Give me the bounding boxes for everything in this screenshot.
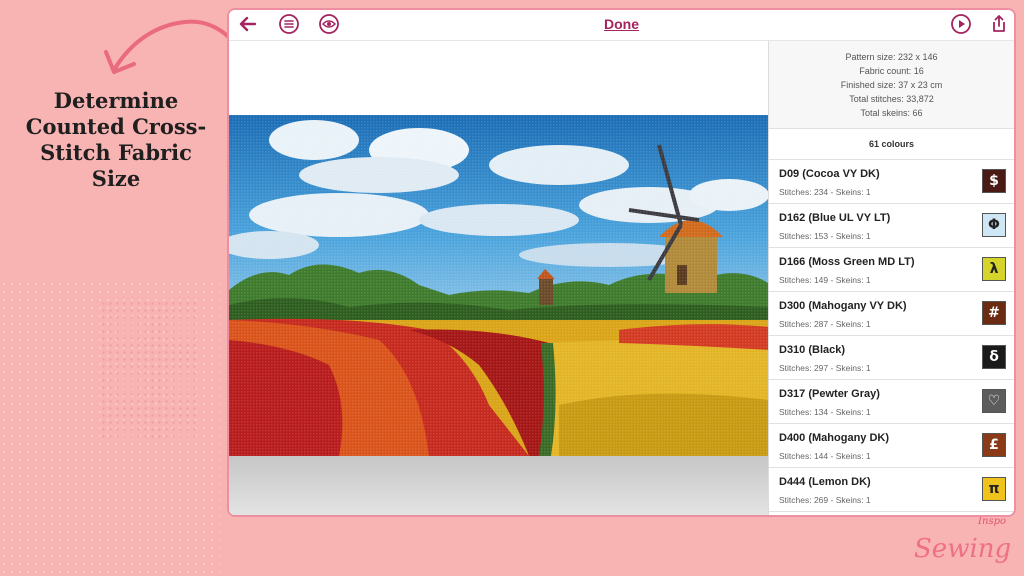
toolbar: Done: [229, 10, 1014, 41]
thread-symbol-swatch: π: [982, 477, 1006, 501]
thread-list-item[interactable]: D317 (Pewter Gray) Stitches: 134 - Skeins…: [769, 380, 1014, 424]
pattern-info-sidebar: Pattern size: 232 x 146 Fabric count: 16…: [768, 41, 1014, 515]
play-circle-icon[interactable]: [950, 13, 972, 35]
thread-stitch-count: Stitches: 134 - Skeins: 1: [779, 407, 871, 417]
done-button[interactable]: Done: [229, 16, 1014, 32]
thread-name: D09 (Cocoa VY DK): [779, 168, 880, 180]
brand-logo: Inspo Sewing: [914, 514, 1014, 564]
thread-name: D300 (Mahogany VY DK): [779, 300, 907, 312]
thread-stitch-count: Stitches: 269 - Skeins: 1: [779, 495, 871, 505]
pattern-size-text: Pattern size: 232 x 146: [845, 52, 938, 62]
thread-list-item[interactable]: D300 (Mahogany VY DK) Stitches: 287 - Ske…: [769, 292, 1014, 336]
thread-stitch-count: Stitches: 149 - Skeins: 1: [779, 275, 871, 285]
thread-name: D310 (Black): [779, 344, 846, 356]
total-stitches-text: Total stitches: 33,872: [849, 94, 934, 104]
pattern-canvas[interactable]: [229, 41, 768, 515]
thread-name: D166 (Moss Green MD LT): [779, 256, 915, 268]
brand-logo-script-text: Sewing: [914, 534, 1012, 564]
thread-stitch-count: Stitches: 144 - Skeins: 1: [779, 451, 871, 461]
thread-name: D444 (Lemon DK): [779, 476, 871, 488]
brand-logo-small-text: Inspo: [978, 516, 1006, 527]
thread-symbol-swatch: #: [982, 301, 1006, 325]
thread-name: D400 (Mahogany DK): [779, 432, 890, 444]
app-window: Done Pattern size: 232 x 146 Fabric coun…: [227, 8, 1016, 517]
thread-name: D317 (Pewter Gray): [779, 388, 880, 400]
cross-stitch-pattern-preview: [229, 115, 768, 456]
thread-symbol-swatch: Φ: [982, 213, 1006, 237]
thread-list-item[interactable]: D310 (Black) Stitches: 297 - Skeins: 1 δ: [769, 336, 1014, 380]
thread-list-item[interactable]: D400 (Mahogany DK) Stitches: 144 - Skeins…: [769, 424, 1014, 468]
dot-pattern-decoration-secondary: [100, 300, 200, 440]
thread-symbol-swatch: λ: [982, 257, 1006, 281]
thread-symbol-swatch: $: [982, 169, 1006, 193]
pattern-summary: Pattern size: 232 x 146 Fabric count: 16…: [769, 41, 1014, 129]
canvas-footer-area: [229, 455, 768, 515]
thread-stitch-count: Stitches: 297 - Skeins: 1: [779, 363, 871, 373]
thread-symbol-swatch: £: [982, 433, 1006, 457]
thread-list: D09 (Cocoa VY DK) Stitches: 234 - Skeins:…: [769, 160, 1014, 512]
finished-size-text: Finished size: 37 x 23 cm: [840, 80, 943, 90]
thread-symbol-swatch: ♡: [982, 389, 1006, 413]
thread-symbol-swatch: δ: [982, 345, 1006, 369]
thread-list-item[interactable]: D166 (Moss Green MD LT) Stitches: 149 - S…: [769, 248, 1014, 292]
thread-list-item[interactable]: D444 (Lemon DK) Stitches: 269 - Skeins: 1…: [769, 468, 1014, 512]
slide-heading: Determine Counted Cross-Stitch Fabric Si…: [25, 88, 207, 191]
thread-list-item[interactable]: D09 (Cocoa VY DK) Stitches: 234 - Skeins:…: [769, 160, 1014, 204]
thread-name: D162 (Blue UL VY LT): [779, 212, 891, 224]
thread-stitch-count: Stitches: 287 - Skeins: 1: [779, 319, 871, 329]
colours-count-header: 61 colours: [769, 129, 1014, 160]
thread-stitch-count: Stitches: 234 - Skeins: 1: [779, 187, 871, 197]
total-skeins-text: Total skeins: 66: [860, 108, 923, 118]
thread-stitch-count: Stitches: 153 - Skeins: 1: [779, 231, 871, 241]
thread-list-item[interactable]: D162 (Blue UL VY LT) Stitches: 153 - Skei…: [769, 204, 1014, 248]
fabric-count-text: Fabric count: 16: [859, 66, 924, 76]
share-icon[interactable]: [988, 13, 1010, 35]
